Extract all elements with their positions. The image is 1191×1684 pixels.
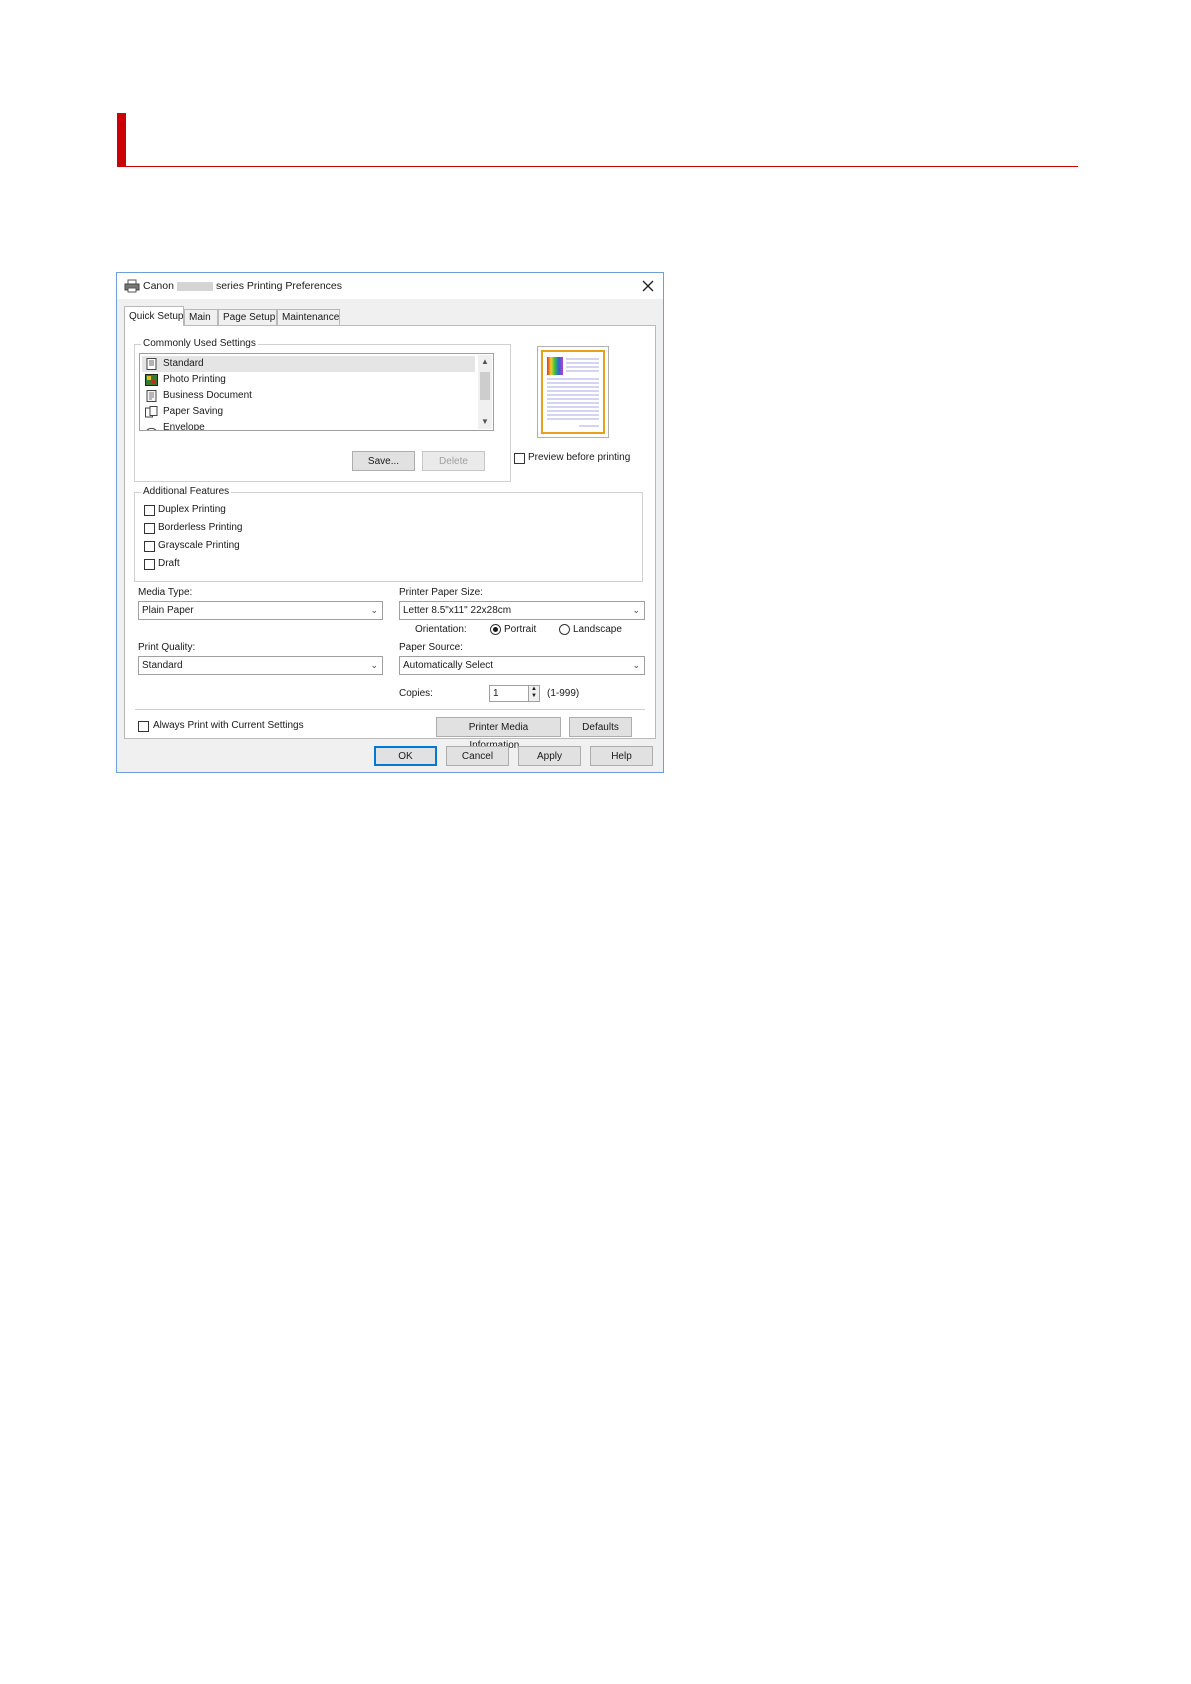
- scroll-up-icon[interactable]: ▲: [481, 357, 489, 366]
- media-type-select[interactable]: Plain Paper ⌄: [138, 601, 383, 620]
- copies-input[interactable]: 1: [489, 685, 529, 702]
- commonly-used-settings-list[interactable]: Standard Photo Printing Business Documen…: [139, 353, 494, 431]
- additional-features-label: Additional Features: [141, 486, 232, 497]
- apply-button[interactable]: Apply: [518, 746, 581, 766]
- list-item-label: Photo Printing: [163, 374, 226, 385]
- commonly-used-settings-group: Commonly Used Settings Standard Photo Pr…: [134, 338, 511, 482]
- printer-paper-size-select[interactable]: Letter 8.5"x11" 22x28cm ⌄: [399, 601, 645, 620]
- list-item[interactable]: Business Document: [142, 388, 475, 404]
- preview-page-icon: [541, 350, 605, 434]
- copies-stepper[interactable]: ▲ ▼: [528, 685, 540, 702]
- preview-before-printing-checkbox[interactable]: [514, 453, 525, 464]
- photo-icon: [145, 374, 158, 386]
- copies-range: (1-999): [547, 688, 580, 699]
- list-scrollbar[interactable]: ▲ ▼: [478, 355, 492, 429]
- printer-media-information-button[interactable]: Printer Media Information...: [436, 717, 561, 751]
- title-suffix: series Printing Preferences: [215, 280, 343, 292]
- print-quality-select[interactable]: Standard ⌄: [138, 656, 383, 675]
- tab-quick-setup[interactable]: Quick Setup: [124, 306, 184, 326]
- dialog-title: Canon series Printing Preferences: [143, 280, 342, 292]
- printer-icon: [124, 279, 140, 293]
- delete-button[interactable]: Delete: [422, 451, 485, 471]
- paper-saving-icon: [145, 406, 158, 418]
- tab-main[interactable]: Main: [184, 309, 218, 325]
- tab-maintenance[interactable]: Maintenance: [277, 309, 340, 325]
- list-item-label: Standard: [163, 358, 204, 369]
- media-type-label: Media Type:: [138, 587, 193, 598]
- draft-checkbox[interactable]: [144, 559, 155, 570]
- portrait-radio[interactable]: [490, 624, 501, 635]
- list-item[interactable]: Photo Printing: [142, 372, 475, 388]
- chevron-down-icon: ⌄: [632, 605, 640, 615]
- print-preview-thumbnail: [537, 346, 609, 438]
- print-quality-value: Standard: [142, 660, 183, 671]
- chevron-down-icon: ⌄: [370, 605, 378, 615]
- printer-paper-size-value: Letter 8.5"x11" 22x28cm: [403, 605, 512, 616]
- copies-label: Copies:: [399, 688, 433, 699]
- close-icon[interactable]: [639, 277, 657, 295]
- title-bar: Canon series Printing Preferences: [117, 273, 663, 299]
- additional-features-group: Additional Features Duplex Printing Bord…: [134, 486, 643, 582]
- borderless-printing-checkbox[interactable]: [144, 523, 155, 534]
- grayscale-printing-checkbox[interactable]: [144, 541, 155, 552]
- duplex-printing-label: Duplex Printing: [158, 504, 226, 515]
- chevron-down-icon: ⌄: [632, 660, 640, 670]
- printer-paper-size-label: Printer Paper Size:: [399, 587, 483, 598]
- media-type-value: Plain Paper: [142, 605, 194, 616]
- cancel-button[interactable]: Cancel: [446, 746, 509, 766]
- help-button[interactable]: Help: [590, 746, 653, 766]
- standard-doc-icon: [146, 358, 157, 370]
- defaults-button[interactable]: Defaults: [569, 717, 632, 737]
- print-quality-label: Print Quality:: [138, 642, 196, 653]
- business-doc-icon: [146, 390, 157, 402]
- scroll-thumb[interactable]: [480, 372, 490, 400]
- duplex-printing-checkbox[interactable]: [144, 505, 155, 516]
- portrait-label: Portrait: [504, 624, 537, 635]
- model-name-redaction: [176, 281, 213, 291]
- landscape-radio[interactable]: [559, 624, 570, 635]
- paper-source-select[interactable]: Automatically Select ⌄: [399, 656, 645, 675]
- ok-button[interactable]: OK: [374, 746, 437, 766]
- borderless-printing-label: Borderless Printing: [158, 522, 243, 533]
- divider: [135, 709, 645, 710]
- quick-setup-panel: Commonly Used Settings Standard Photo Pr…: [124, 325, 656, 751]
- printing-preferences-dialog: Canon series Printing Preferences Quick S…: [116, 272, 664, 773]
- list-item-label: Business Document: [163, 390, 252, 401]
- list-item[interactable]: Standard: [142, 356, 475, 372]
- heading-rule: [117, 166, 1078, 167]
- list-item-label: Envelope: [163, 422, 205, 431]
- list-item[interactable]: Envelope: [142, 420, 475, 431]
- list-item-label: Paper Saving: [163, 406, 224, 417]
- list-item[interactable]: Paper Saving: [142, 404, 475, 420]
- scroll-down-icon[interactable]: ▼: [481, 417, 489, 426]
- paper-source-value: Automatically Select: [403, 660, 494, 671]
- heading-accent-bar: [117, 113, 126, 167]
- tab-page-setup[interactable]: Page Setup: [218, 309, 277, 325]
- paper-source-label: Paper Source:: [399, 642, 463, 653]
- envelope-icon: [146, 427, 157, 430]
- grayscale-printing-label: Grayscale Printing: [158, 540, 240, 551]
- orientation-label: Orientation:: [415, 624, 467, 635]
- always-print-current-settings-label: Always Print with Current Settings: [153, 720, 304, 731]
- commonly-used-settings-label: Commonly Used Settings: [141, 338, 258, 349]
- landscape-label: Landscape: [573, 624, 622, 635]
- chevron-down-icon: ⌄: [370, 660, 378, 670]
- draft-label: Draft: [158, 558, 180, 569]
- save-button[interactable]: Save...: [352, 451, 415, 471]
- always-print-current-settings-checkbox[interactable]: [138, 721, 149, 732]
- title-prefix: Canon: [143, 280, 174, 292]
- preview-before-printing-label: Preview before printing: [528, 452, 631, 463]
